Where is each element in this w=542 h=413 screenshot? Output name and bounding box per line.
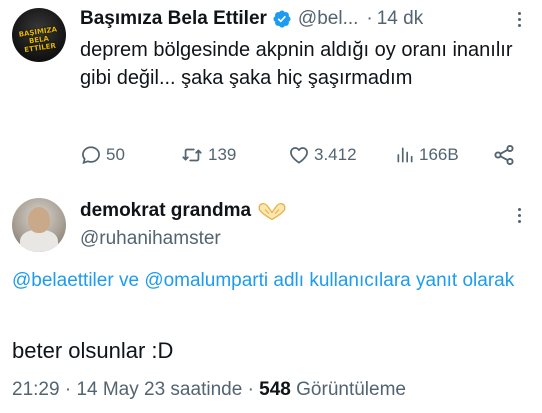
avatar-logo-text: BAŞIMIZA BELA ETTİLER [18,25,58,55]
mention-link[interactable]: @omalumparti [144,270,268,291]
verified-badge-icon [273,10,291,28]
retweet-button[interactable]: 139 [180,142,236,168]
mention-link[interactable]: @belaettiler [12,270,114,291]
reply-suffix: adlı kullanıcılara yanıt olarak [273,270,515,291]
tweet-text: deprem bölgesinde akpnin aldığı oy oranı… [80,39,513,89]
separator-dot: · [64,379,72,400]
more-icon[interactable] [512,206,526,226]
tweet-date[interactable]: 14 May 23 saatinde [76,379,242,400]
retweet-icon [182,148,202,162]
main-tweet: demokrat grandma @ruhanihamster @belaett… [0,188,542,413]
share-button[interactable] [492,142,520,168]
views-button[interactable]: 166B [395,142,459,168]
reply-count: 50 [106,145,125,164]
separator-dot: · [366,8,373,29]
views-count: 166B [419,145,459,164]
views-icon [397,147,413,163]
display-name[interactable]: demokrat grandma [80,200,251,222]
tweet-text: beter olsunlar :D [12,338,174,363]
like-button[interactable]: 3.412 [288,142,357,168]
heart-hands-icon [258,203,286,221]
views-count: 548 [259,379,291,400]
reply-connector: ve [118,270,140,291]
share-icon [494,144,514,166]
tweet-header: Başımıza Bela Ettiler @bel... · 14 dk [80,6,423,32]
replying-to: @belaettiler ve @omalumparti adlı kullan… [12,268,532,294]
tweet-actions: 50 139 3.412 166B [80,142,520,168]
display-name-row: demokrat grandma [80,200,287,222]
reply-button[interactable]: 50 [80,142,125,168]
views-label: Görüntüleme [296,379,406,400]
like-icon [290,147,308,164]
parent-tweet[interactable]: BAŞIMIZA BELA ETTİLER Başımıza Bela Etti… [0,0,542,188]
tweet-time[interactable]: 21:29 [12,379,60,400]
handle[interactable]: @ruhanihamster [80,228,221,250]
avatar[interactable]: BAŞIMIZA BELA ETTİLER [12,8,66,62]
avatar[interactable] [12,198,66,252]
like-count: 3.412 [314,145,357,164]
reply-icon [82,146,100,165]
retweet-count: 139 [208,145,237,164]
separator-dot: · [247,379,254,400]
handle[interactable]: @bel... [298,8,358,30]
tweet-time[interactable]: 14 dk [377,8,423,30]
tweet-meta: 21:29 · 14 May 23 saatinde · 548 Görüntü… [12,379,406,401]
more-icon[interactable] [512,10,526,30]
display-name[interactable]: Başımıza Bela Ettiler [80,8,267,30]
